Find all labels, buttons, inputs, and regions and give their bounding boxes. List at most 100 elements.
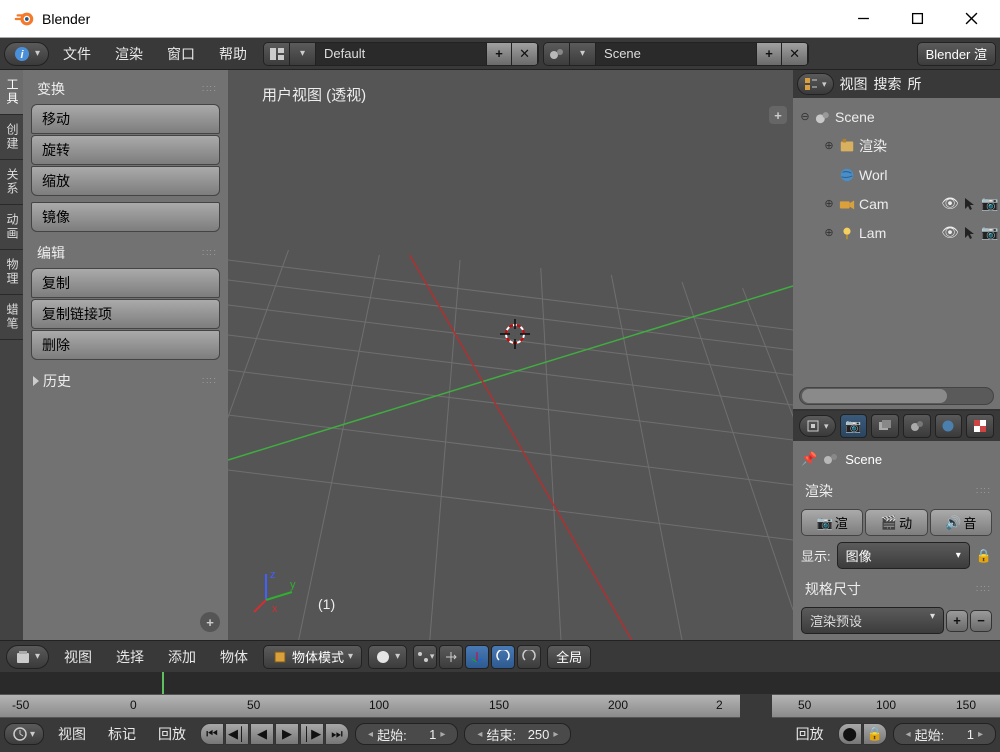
outliner-editor-icon[interactable]: ▾	[797, 73, 834, 95]
eye-icon[interactable]: 👁	[942, 196, 958, 212]
vtab-animation[interactable]: 动画	[0, 205, 23, 250]
render-image-button[interactable]: 📷渲	[801, 509, 863, 536]
preset-remove-button[interactable]: −	[970, 610, 992, 632]
layout-name[interactable]: Default	[316, 43, 486, 65]
outliner-menu-search[interactable]: 搜索	[874, 74, 902, 94]
scene-close-button[interactable]: ✕	[782, 43, 808, 65]
mode-selector[interactable]: 物体模式 ▾	[263, 645, 362, 669]
section-edit[interactable]: 编辑 ∷∷	[31, 238, 220, 268]
vpf-view[interactable]: 视图	[55, 644, 101, 670]
info-editor-icon[interactable]: i ▾	[4, 42, 49, 66]
prop-tab-world[interactable]	[935, 414, 963, 438]
grip-icon[interactable]: ∷∷	[202, 376, 218, 387]
tl-menu-view[interactable]: 视图	[50, 721, 94, 747]
viewport-editor-icon[interactable]: ▾	[6, 645, 49, 669]
grip-icon[interactable]: ∷∷	[202, 84, 218, 95]
render-icon[interactable]: 📷	[982, 225, 998, 241]
close-button[interactable]	[944, 1, 998, 37]
frame-start-field[interactable]: ◂起始: 1▸	[355, 723, 458, 745]
menu-file[interactable]: 文件	[53, 40, 101, 68]
manipulator-toggle[interactable]	[439, 645, 463, 669]
cursor-icon[interactable]	[962, 225, 978, 241]
section-history[interactable]: 历史 ∷∷	[31, 366, 220, 396]
prop-tab-texture[interactable]	[966, 414, 994, 438]
scale-button[interactable]: 缩放	[31, 166, 220, 196]
timeline-ruler-right[interactable]: 50100150	[772, 694, 1000, 718]
timeline-editor-icon[interactable]: ▾	[4, 723, 44, 745]
scene-add-button[interactable]: +	[756, 43, 782, 65]
outliner-row[interactable]: Worl	[795, 160, 998, 189]
eye-icon[interactable]: 👁	[942, 225, 958, 241]
prop-tab-render[interactable]: 📷	[840, 414, 868, 438]
maximize-button[interactable]	[890, 1, 944, 37]
duplicate-button[interactable]: 复制	[31, 268, 220, 298]
render-audio-button[interactable]: 🔊音	[930, 509, 992, 536]
prop-tab-scene[interactable]	[903, 414, 931, 438]
menu-render[interactable]: 渲染	[105, 40, 153, 68]
outliner-scrollbar[interactable]	[799, 387, 994, 405]
vpf-select[interactable]: 选择	[107, 644, 153, 670]
expand-icon[interactable]: ⊕	[823, 226, 835, 239]
prev-key-button[interactable]: ◀│	[225, 723, 249, 745]
frame-end-field[interactable]: ◂结束: 250▸	[464, 723, 571, 745]
tl-menu-playback[interactable]: 回放	[150, 721, 194, 747]
outliner-row[interactable]: ⊕Cam👁📷	[795, 189, 998, 218]
vpf-add[interactable]: 添加	[159, 644, 205, 670]
display-dropdown[interactable]: 图像▾	[837, 542, 970, 569]
shading-selector[interactable]: ▾	[368, 645, 407, 669]
orientation-selector[interactable]: 全局	[547, 645, 591, 669]
minimize-button[interactable]	[836, 1, 890, 37]
viewport-add-button[interactable]: +	[769, 106, 787, 124]
scene-selector[interactable]: ▾ Scene + ✕	[543, 42, 809, 66]
render-icon[interactable]: 📷	[982, 196, 998, 212]
vtab-relations[interactable]: 关系	[0, 160, 23, 205]
playhead[interactable]	[162, 672, 164, 694]
autokey-button[interactable]: ⬤	[838, 723, 862, 745]
timeline-ruler-main[interactable]: -500501001502002	[0, 694, 740, 718]
menu-window[interactable]: 窗口	[157, 40, 205, 68]
preset-add-button[interactable]: +	[946, 610, 968, 632]
manipulator-scale[interactable]	[517, 645, 541, 669]
outliner-row[interactable]: ⊕渲染	[795, 131, 998, 160]
outliner-row[interactable]: ⊖Scene	[795, 102, 998, 131]
delete-button[interactable]: 删除	[31, 330, 220, 360]
section-dimensions[interactable]: 规格尺寸 ∷∷	[801, 575, 992, 603]
rotate-button[interactable]: 旋转	[31, 135, 220, 165]
render-engine-selector[interactable]: Blender 渲	[917, 42, 996, 66]
tl-menu-marker[interactable]: 标记	[100, 721, 144, 747]
preset-dropdown[interactable]: 渲染预设▾	[801, 607, 944, 634]
properties-editor-icon[interactable]: ▾	[799, 415, 836, 437]
grip-icon[interactable]: ∷∷	[202, 248, 218, 259]
menu-help[interactable]: 帮助	[209, 40, 257, 68]
tl-playback-right[interactable]: 回放	[788, 721, 832, 747]
viewport-3d[interactable]: 用户视图 (透视) + z y x (1)	[228, 70, 793, 640]
vtab-tools[interactable]: 工具	[0, 70, 23, 115]
pin-icon[interactable]: 📌	[801, 451, 817, 467]
section-transform[interactable]: 变换 ∷∷	[31, 74, 220, 104]
vtab-physics[interactable]: 物理	[0, 250, 23, 295]
add-panel-button[interactable]: +	[200, 612, 220, 632]
autokey-lock-button[interactable]: 🔒	[863, 723, 887, 745]
scene-icon[interactable]	[544, 43, 570, 65]
mirror-button[interactable]: 镜像	[31, 202, 220, 232]
outliner-tree[interactable]: ⊖Scene⊕渲染Worl⊕Cam👁📷⊕Lam👁📷	[793, 98, 1000, 387]
jump-end-button[interactable]: ⏭	[325, 723, 349, 745]
prop-tab-layers[interactable]	[871, 414, 899, 438]
vtab-create[interactable]: 创建	[0, 115, 23, 160]
scene-name[interactable]: Scene	[596, 43, 756, 65]
vpf-object[interactable]: 物体	[211, 644, 257, 670]
expand-icon[interactable]: ⊖	[799, 110, 811, 123]
next-key-button[interactable]: │▶	[300, 723, 324, 745]
outliner-menu-view[interactable]: 视图	[840, 74, 868, 94]
outliner-menu-all[interactable]: 所	[908, 74, 922, 94]
expand-icon[interactable]: ⊕	[823, 197, 835, 210]
duplicate-linked-button[interactable]: 复制链接项	[31, 299, 220, 329]
play-button[interactable]: ▶	[275, 723, 299, 745]
pivot-button[interactable]: ▾	[413, 645, 437, 669]
manipulator-translate[interactable]	[465, 645, 489, 669]
jump-start-button[interactable]: ⏮	[200, 723, 224, 745]
manipulator-rotate[interactable]	[491, 645, 515, 669]
layout-selector[interactable]: ▾ Default + ✕	[263, 42, 539, 66]
vtab-grease[interactable]: 蜡笔	[0, 295, 23, 340]
render-anim-button[interactable]: 🎬动	[865, 509, 927, 536]
